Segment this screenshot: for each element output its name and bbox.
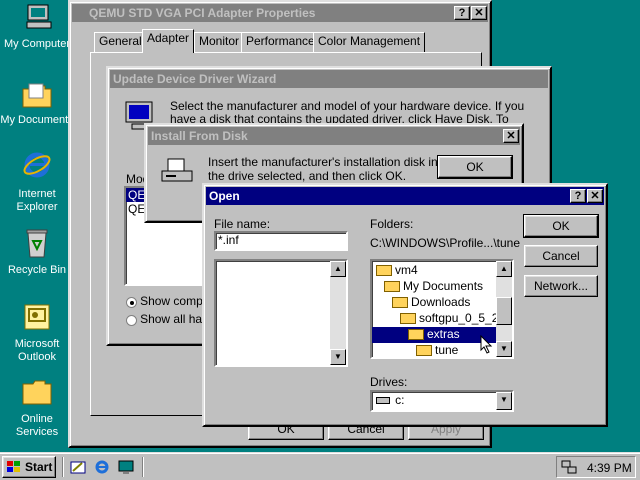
- drives-label: Drives:: [370, 375, 408, 389]
- tab-adapter[interactable]: Adapter: [142, 29, 195, 53]
- open-folder-icon: [408, 329, 424, 341]
- outlook-express-icon[interactable]: [70, 459, 86, 475]
- folder-name: My Documents: [403, 279, 484, 293]
- radio-label: Show comp: [140, 294, 203, 308]
- desktop-icon-label: Online Services: [15, 413, 59, 438]
- desktop-icon-label: Recycle Bin: [7, 264, 67, 276]
- drives-select[interactable]: c: ▼: [370, 390, 514, 412]
- desktop-icon-label: My Documents: [0, 114, 74, 126]
- folder-name: tune: [435, 343, 459, 357]
- help-button[interactable]: ?: [454, 6, 470, 20]
- file-name-label: File name:: [214, 217, 271, 231]
- install-text-2: the drive selected, and then click OK.: [208, 169, 407, 183]
- scrollbar-track[interactable]: [330, 277, 346, 349]
- folder-tree-item[interactable]: tune: [372, 343, 496, 357]
- scroll-down-button[interactable]: ▼: [496, 341, 512, 357]
- close-button[interactable]: ✕: [503, 129, 519, 143]
- folder-icon: [416, 345, 432, 357]
- properties-titlebar[interactable]: QEMU STD VGA PCI Adapter Properties: [72, 4, 488, 22]
- folder-name: extras: [427, 327, 460, 341]
- install-ok-button[interactable]: OK: [437, 155, 513, 179]
- scroll-up-button[interactable]: ▲: [496, 261, 512, 277]
- scroll-up-button[interactable]: ▲: [330, 261, 346, 277]
- folder-name: softgpu_0_5_20: [419, 311, 506, 325]
- folder-icon: [22, 83, 52, 108]
- windows-logo-icon: [7, 461, 20, 472]
- scroll-down-button[interactable]: ▼: [330, 349, 346, 365]
- help-button[interactable]: ?: [570, 189, 586, 203]
- folders-label: Folders:: [370, 217, 414, 231]
- install-text-1: Insert the manufacturer's installation d…: [208, 155, 448, 169]
- desktop-icon-label: Internet Explorer: [16, 188, 58, 213]
- clock[interactable]: 4:39 PM: [587, 461, 632, 475]
- window-title: QEMU STD VGA PCI Adapter Properties: [89, 6, 316, 20]
- desktop-icon-my-documents[interactable]: My Documents: [0, 76, 74, 132]
- folder-tree-item[interactable]: Downloads: [372, 295, 496, 311]
- folder-name: vm4: [395, 263, 418, 277]
- list-item[interactable]: QE: [126, 188, 146, 202]
- taskbar-divider: [142, 457, 144, 477]
- radio-show-compatible[interactable]: Show comp: [126, 294, 203, 308]
- radio-label: Show all har: [140, 312, 207, 326]
- radio-show-all[interactable]: Show all har: [126, 312, 206, 326]
- folders-path: C:\WINDOWS\Profile...\tune: [370, 236, 521, 250]
- open-dialog: Open ? ✕ File name: *.inf ▲ ▼ Folders: C…: [202, 183, 608, 427]
- folder-tree-item[interactable]: My Documents: [372, 279, 496, 295]
- desktop-icon-recycle-bin[interactable]: Recycle Bin: [0, 225, 74, 281]
- folder-name: Downloads: [411, 295, 471, 309]
- taskbar-divider: [62, 457, 64, 477]
- wizard-titlebar[interactable]: Update Device Driver Wizard: [110, 70, 548, 88]
- desktop-icon-my-computer[interactable]: My Computer: [0, 0, 74, 56]
- desktop-icon-label: My Computer: [3, 38, 71, 50]
- desktop-icon-label: Microsoft Outlook: [14, 338, 60, 363]
- hard-drive-icon: [376, 397, 390, 404]
- recycle-bin-icon: [26, 229, 48, 258]
- ie-icon[interactable]: [94, 459, 110, 475]
- open-title: Open: [209, 189, 240, 203]
- folder-icon: [384, 281, 400, 293]
- tab-monitor[interactable]: Monitor: [194, 32, 245, 52]
- close-button[interactable]: ✕: [587, 189, 603, 203]
- desktop-icon-online-services[interactable]: Online Services: [0, 375, 74, 441]
- desktop-icon-internet-explorer[interactable]: Internet Explorer: [0, 150, 74, 216]
- desktop-icon-outlook[interactable]: Microsoft Outlook: [0, 300, 74, 366]
- folder-icon: [392, 297, 408, 309]
- folder-tree-item[interactable]: vm4: [372, 263, 496, 279]
- system-tray: 4:39 PM: [556, 456, 636, 478]
- taskbar: Start 4:39 PM: [0, 452, 640, 480]
- file-name-value: *.inf: [218, 233, 239, 247]
- install-title: Install From Disk: [151, 129, 248, 143]
- wizard-title: Update Device Driver Wizard: [113, 72, 277, 86]
- open-titlebar[interactable]: Open: [206, 187, 604, 205]
- file-list[interactable]: ▲ ▼: [214, 259, 348, 367]
- folder-icon: [400, 313, 416, 325]
- disk-drive-icon: [161, 158, 193, 182]
- chevron-down-icon[interactable]: ▼: [496, 392, 512, 410]
- close-button[interactable]: ✕: [471, 6, 487, 20]
- tab-general[interactable]: General: [94, 32, 147, 52]
- install-titlebar[interactable]: Install From Disk: [148, 127, 520, 145]
- tab-performance[interactable]: Performance: [241, 32, 320, 52]
- file-name-input[interactable]: *.inf: [214, 231, 348, 251]
- start-button[interactable]: Start: [2, 456, 56, 478]
- folder-icon: [376, 265, 392, 277]
- tab-color-management[interactable]: Color Management: [313, 32, 426, 52]
- start-label: Start: [25, 460, 53, 474]
- folder-tree-item[interactable]: extras: [372, 327, 496, 343]
- folder-icon: [22, 380, 52, 405]
- network-button[interactable]: Network...: [524, 275, 598, 297]
- mouse-cursor-icon: [480, 335, 493, 354]
- folder-tree-item[interactable]: softgpu_0_5_20: [372, 311, 505, 327]
- drive-value: c:: [395, 393, 405, 407]
- outlook-icon: [24, 304, 50, 330]
- open-cancel-button[interactable]: Cancel: [524, 245, 598, 267]
- open-ok-button[interactable]: OK: [523, 214, 599, 238]
- ie-icon: [23, 152, 51, 178]
- computer-icon: [26, 4, 52, 29]
- scrollbar-thumb[interactable]: [496, 297, 512, 325]
- folder-rows: vm4 My Documents Downloads softgpu_0_5_20ex…: [372, 263, 505, 357]
- desktop-icon[interactable]: [118, 459, 134, 475]
- network-status-icon[interactable]: [561, 459, 577, 475]
